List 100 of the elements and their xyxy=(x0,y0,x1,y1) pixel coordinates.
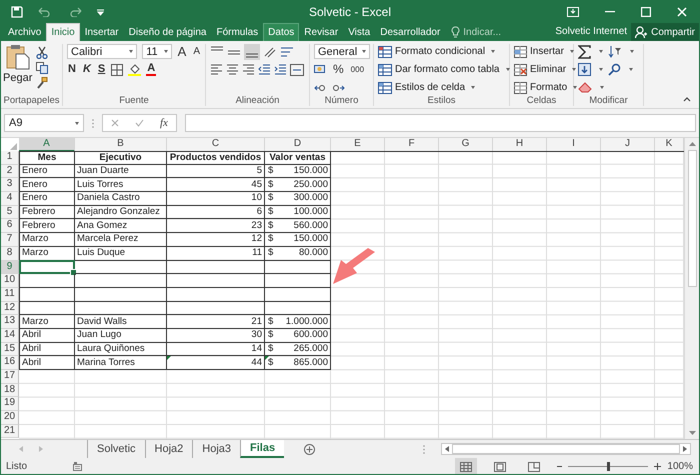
column-header[interactable]: A xyxy=(19,138,75,152)
column-header[interactable]: D xyxy=(265,138,331,152)
row-header[interactable]: 21 xyxy=(1,424,19,438)
ribbon-display-icon[interactable] xyxy=(567,7,579,17)
account-name[interactable]: Solvetic Internet xyxy=(555,23,632,41)
table-cell[interactable]: $ 150.000 xyxy=(265,164,331,178)
font-name-dropdown[interactable]: Calibri xyxy=(67,44,138,59)
check-icon[interactable] xyxy=(135,119,144,127)
table-cell[interactable]: $ 250.000 xyxy=(265,178,331,192)
styles-command[interactable]: Estilos de celda xyxy=(378,80,476,95)
table-cell[interactable]: 21 xyxy=(167,315,265,329)
font-size-dropdown[interactable]: 11 xyxy=(142,44,172,59)
table-cell[interactable]: David Walls xyxy=(75,315,167,329)
table-cell[interactable]: $ 1.000.000 xyxy=(265,315,331,329)
font-color-button[interactable]: A xyxy=(146,63,156,76)
ribbon-tab[interactable]: Insertar xyxy=(80,23,124,41)
column-header[interactable]: I xyxy=(547,138,601,152)
table-cell[interactable]: Ejecutivo xyxy=(75,151,167,165)
table-cell[interactable] xyxy=(75,302,167,316)
table-cell[interactable]: Marina Torres xyxy=(75,356,167,370)
table-cell[interactable]: Luis Duque xyxy=(75,246,167,261)
brush-icon[interactable] xyxy=(36,77,48,89)
table-cell[interactable]: Daniela Castro xyxy=(75,192,167,206)
table-cell[interactable]: $ 150.000 xyxy=(265,233,331,247)
ribbon-tab[interactable]: Revisar xyxy=(299,23,344,41)
cells-command[interactable]: Eliminar xyxy=(514,62,576,77)
scroll-left-icon[interactable] xyxy=(445,446,449,452)
row-header[interactable]: 9 xyxy=(1,260,19,274)
row-header[interactable]: 2 xyxy=(1,164,19,178)
table-cell[interactable] xyxy=(265,302,331,316)
decrease-indent-icon[interactable] xyxy=(258,64,271,75)
wrap-text-icon[interactable] xyxy=(280,46,294,58)
table-cell[interactable]: $ 600.000 xyxy=(265,328,331,343)
insert-function-button[interactable]: fx xyxy=(160,117,168,129)
table-cell[interactable]: 10 xyxy=(167,192,265,206)
ribbon-tab[interactable]: Diseño de página xyxy=(124,23,212,41)
scroll-down-icon[interactable] xyxy=(688,431,696,435)
table-cell[interactable]: Alejandro Gonzalez xyxy=(75,206,167,220)
error-indicator-icon[interactable] xyxy=(167,356,171,360)
fill-color-icon[interactable] xyxy=(128,63,142,76)
row-header[interactable]: 16 xyxy=(1,356,19,370)
align-center-icon[interactable] xyxy=(226,64,239,75)
table-cell[interactable]: Enero xyxy=(19,164,75,178)
ribbon-tab[interactable]: Vista xyxy=(343,23,376,41)
table-cell[interactable] xyxy=(167,260,265,274)
cells-command[interactable]: Formato xyxy=(514,80,578,95)
ribbon-tab[interactable]: Fórmulas xyxy=(211,23,264,41)
table-cell[interactable]: Enero xyxy=(19,192,75,206)
table-cell[interactable]: 23 xyxy=(167,219,265,234)
table-cell[interactable]: Laura Quiñones xyxy=(75,342,167,356)
table-cell[interactable]: Marzo xyxy=(19,246,75,261)
table-cell[interactable]: Juan Lugo xyxy=(75,328,167,343)
share-button[interactable]: Compartir xyxy=(631,23,699,41)
row-header[interactable]: 4 xyxy=(1,192,19,206)
table-cell[interactable] xyxy=(75,260,167,274)
maximize-icon[interactable] xyxy=(641,7,651,17)
zoom-in-icon[interactable] xyxy=(654,463,662,470)
ribbon-tab[interactable]: Inicio xyxy=(46,23,80,41)
eraser-icon[interactable] xyxy=(578,82,592,93)
align-right-icon[interactable] xyxy=(242,64,255,75)
table-cell[interactable]: $ 100.000 xyxy=(265,206,331,220)
table-cell[interactable] xyxy=(167,302,265,316)
table-cell[interactable]: 5 xyxy=(167,164,265,178)
table-cell[interactable]: Valor ventas xyxy=(265,151,331,165)
shrink-font-button[interactable]: A xyxy=(192,45,201,58)
table-cell[interactable]: Febrero xyxy=(19,206,75,220)
table-cell[interactable]: Abril xyxy=(19,328,75,343)
table-cell[interactable] xyxy=(19,302,75,316)
table-cell[interactable] xyxy=(75,274,167,288)
row-header[interactable]: 20 xyxy=(1,411,19,425)
table-cell[interactable] xyxy=(19,274,75,288)
table-cell[interactable]: Juan Duarte xyxy=(75,164,167,178)
minimize-icon[interactable] xyxy=(605,11,615,13)
error-indicator-icon[interactable] xyxy=(265,356,269,360)
row-header[interactable]: 12 xyxy=(1,302,19,316)
scrollbar-thumb[interactable] xyxy=(688,150,696,287)
table-cell[interactable]: Febrero xyxy=(19,219,75,234)
grow-font-button[interactable]: A xyxy=(176,45,188,58)
column-header[interactable]: H xyxy=(493,138,547,152)
currency-icon[interactable] xyxy=(314,64,327,75)
row-header[interactable]: 14 xyxy=(1,328,19,343)
table-cell[interactable]: $ 300.000 xyxy=(265,192,331,206)
macro-record-icon[interactable] xyxy=(73,462,82,471)
save-icon[interactable] xyxy=(11,6,23,18)
fill-down-icon[interactable] xyxy=(578,63,591,76)
scrollbar-thumb[interactable] xyxy=(452,444,680,454)
row-header[interactable]: 19 xyxy=(1,397,19,412)
table-cell[interactable]: Abril xyxy=(19,342,75,356)
formula-input[interactable] xyxy=(184,114,696,132)
paste-button[interactable]: Pegar xyxy=(3,44,32,95)
table-cell[interactable] xyxy=(75,288,167,302)
row-header[interactable]: 6 xyxy=(1,219,19,234)
table-cell[interactable]: Mes xyxy=(19,151,75,165)
table-cell[interactable]: 44 xyxy=(167,356,265,370)
scissors-icon[interactable] xyxy=(36,46,48,59)
table-cell[interactable] xyxy=(19,288,75,302)
table-cell[interactable]: Marzo xyxy=(19,233,75,247)
table-cell[interactable]: 11 xyxy=(167,246,265,261)
increase-decimal-icon[interactable] xyxy=(314,82,327,92)
table-cell[interactable]: 14 xyxy=(167,342,265,356)
